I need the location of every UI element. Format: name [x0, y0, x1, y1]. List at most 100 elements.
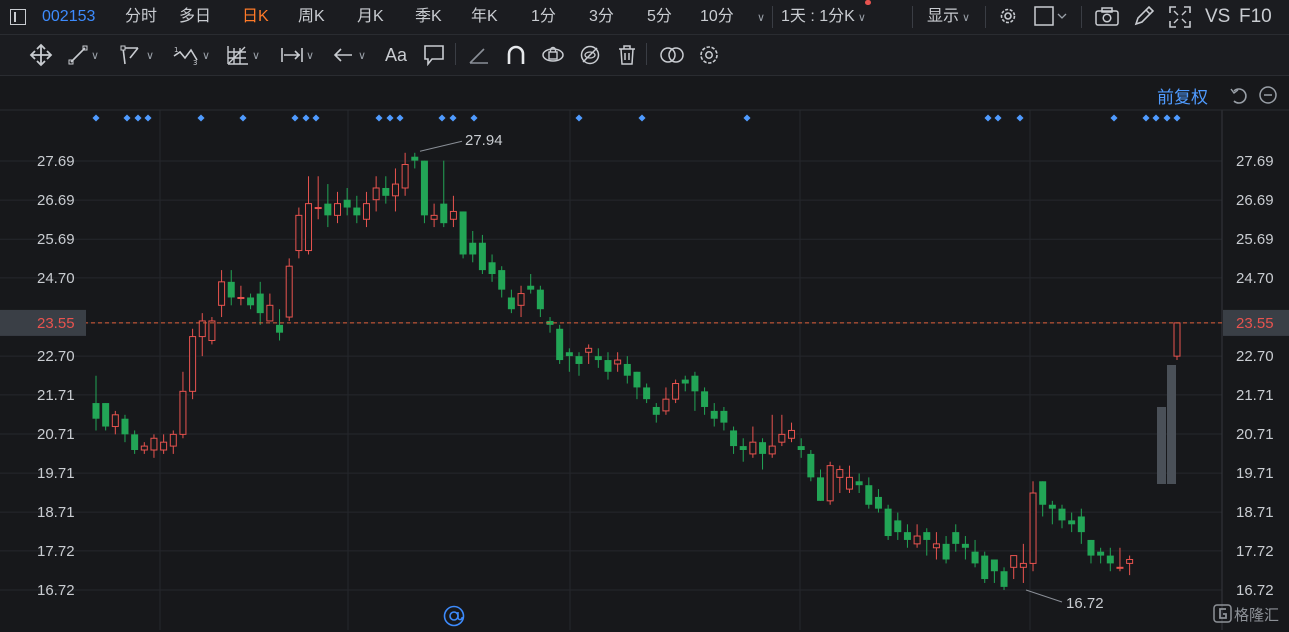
candle-body — [903, 532, 911, 540]
tab-zhouk[interactable]: 周K — [298, 0, 325, 34]
comment-icon[interactable] — [423, 42, 445, 68]
trend-line-tool[interactable]: ∨ — [67, 42, 99, 68]
candle-body — [759, 442, 767, 454]
magnet-icon[interactable] — [505, 42, 527, 68]
candle — [498, 266, 506, 298]
candle-body — [314, 207, 322, 210]
vs-button[interactable]: VS — [1205, 0, 1230, 34]
candle-body — [865, 485, 873, 505]
event-markers — [92, 114, 1181, 122]
interval-select[interactable]: 1天 : 1分K ∨ — [781, 0, 866, 34]
candle-body — [179, 390, 187, 435]
tab-1min[interactable]: 1分 — [531, 0, 556, 34]
hide-drawings-icon[interactable] — [579, 42, 601, 68]
angle-icon[interactable] — [468, 42, 490, 68]
camera-icon[interactable] — [1095, 6, 1119, 31]
range-measure-tool[interactable]: ∨ — [280, 42, 314, 68]
candle-body — [952, 532, 960, 544]
candle-body — [845, 476, 853, 490]
kline-chart[interactable]: 27.69 27.69 26.69 26.69 25.69 25.69 24.70 24.70… — [0, 76, 1289, 630]
price-tick-right: 27.69 — [1236, 153, 1274, 170]
candle-body — [788, 429, 796, 439]
divider — [455, 43, 456, 65]
candle-body — [778, 433, 786, 443]
candle-body — [1010, 555, 1018, 568]
text-tool[interactable]: Aa — [385, 42, 407, 68]
candle — [527, 274, 535, 294]
candle — [643, 383, 651, 404]
arrow-tool[interactable]: ∨ — [332, 42, 366, 68]
candle-body — [961, 543, 969, 548]
pencil-icon[interactable] — [1133, 5, 1155, 32]
tab-duori[interactable]: 多日 — [179, 0, 211, 34]
candle — [1077, 508, 1085, 544]
candle-body — [536, 289, 544, 310]
overlay-compare-icon[interactable] — [659, 42, 685, 68]
tab-niank[interactable]: 年K — [471, 0, 498, 34]
event-marker — [994, 114, 1002, 122]
price-tick-right: 19.71 — [1236, 465, 1274, 482]
candle — [865, 477, 873, 509]
price-tick-left: 17.72 — [37, 543, 75, 560]
fullscreen-icon[interactable] — [1169, 6, 1191, 33]
candle — [382, 176, 390, 204]
tab-rik[interactable]: 日K — [242, 0, 269, 34]
candle — [343, 187, 351, 216]
at-mention-icon[interactable] — [443, 605, 465, 632]
lock-drawing-icon[interactable] — [541, 42, 565, 68]
wave-tool[interactable]: 13 ∨ — [172, 42, 210, 68]
candle — [923, 528, 931, 556]
candle-body — [1077, 516, 1085, 533]
candle-body — [440, 203, 448, 224]
candle-body — [932, 543, 940, 549]
candle — [334, 191, 341, 224]
price-tick-left: 18.71 — [37, 504, 75, 521]
high-leader — [419, 140, 463, 152]
candle-body — [411, 156, 419, 161]
trash-icon[interactable] — [616, 42, 638, 68]
candle — [305, 176, 313, 255]
layout-select[interactable] — [1034, 6, 1068, 31]
candle-body — [874, 496, 882, 509]
candle — [990, 559, 998, 583]
tab-jik[interactable]: 季K — [415, 0, 442, 34]
candle-body — [643, 387, 651, 400]
candle-body — [459, 211, 467, 255]
price-tick-right: 25.69 — [1236, 231, 1274, 248]
candle — [1058, 504, 1066, 529]
candle — [739, 438, 747, 462]
candle-body — [662, 398, 670, 412]
tab-3min[interactable]: 3分 — [589, 0, 614, 34]
price-tick-right: 16.72 — [1236, 582, 1274, 599]
event-marker — [302, 114, 310, 122]
candle — [971, 539, 979, 568]
candle-body — [1087, 539, 1095, 556]
divider — [985, 6, 986, 28]
divider — [646, 43, 647, 65]
move-icon[interactable] — [29, 42, 53, 68]
f10-button[interactable]: F10 — [1239, 0, 1272, 34]
price-axis: 27.69 27.69 26.69 26.69 25.69 25.69 24.70 24.70… — [37, 153, 1274, 599]
tab-10min[interactable]: 10分 — [700, 0, 734, 34]
candle — [855, 473, 863, 494]
sidebar-toggle-icon[interactable] — [10, 9, 26, 30]
tab-5min[interactable]: 5分 — [647, 0, 672, 34]
range-icon — [281, 48, 303, 62]
candle — [218, 270, 226, 318]
candle-body — [884, 508, 892, 537]
fibonacci-tool[interactable]: ∨ — [226, 42, 260, 68]
settings-gear-icon[interactable] — [997, 5, 1019, 32]
tab-yuek[interactable]: 月K — [357, 0, 384, 34]
drawing-settings-icon[interactable] — [698, 42, 720, 68]
candle-body — [285, 265, 293, 318]
candle — [1126, 555, 1134, 576]
channel-tool[interactable]: ∨ — [120, 42, 154, 68]
display-dropdown[interactable]: 显示 ∨ — [927, 0, 970, 34]
event-marker — [1016, 114, 1024, 122]
price-tick-right: 24.70 — [1236, 270, 1274, 287]
candle — [440, 160, 448, 228]
more-periods-dropdown[interactable]: ∨ — [754, 0, 765, 34]
tab-fenshi[interactable]: 分时 — [125, 0, 157, 34]
stock-code[interactable]: 002153 — [42, 0, 95, 34]
candle — [942, 536, 950, 564]
